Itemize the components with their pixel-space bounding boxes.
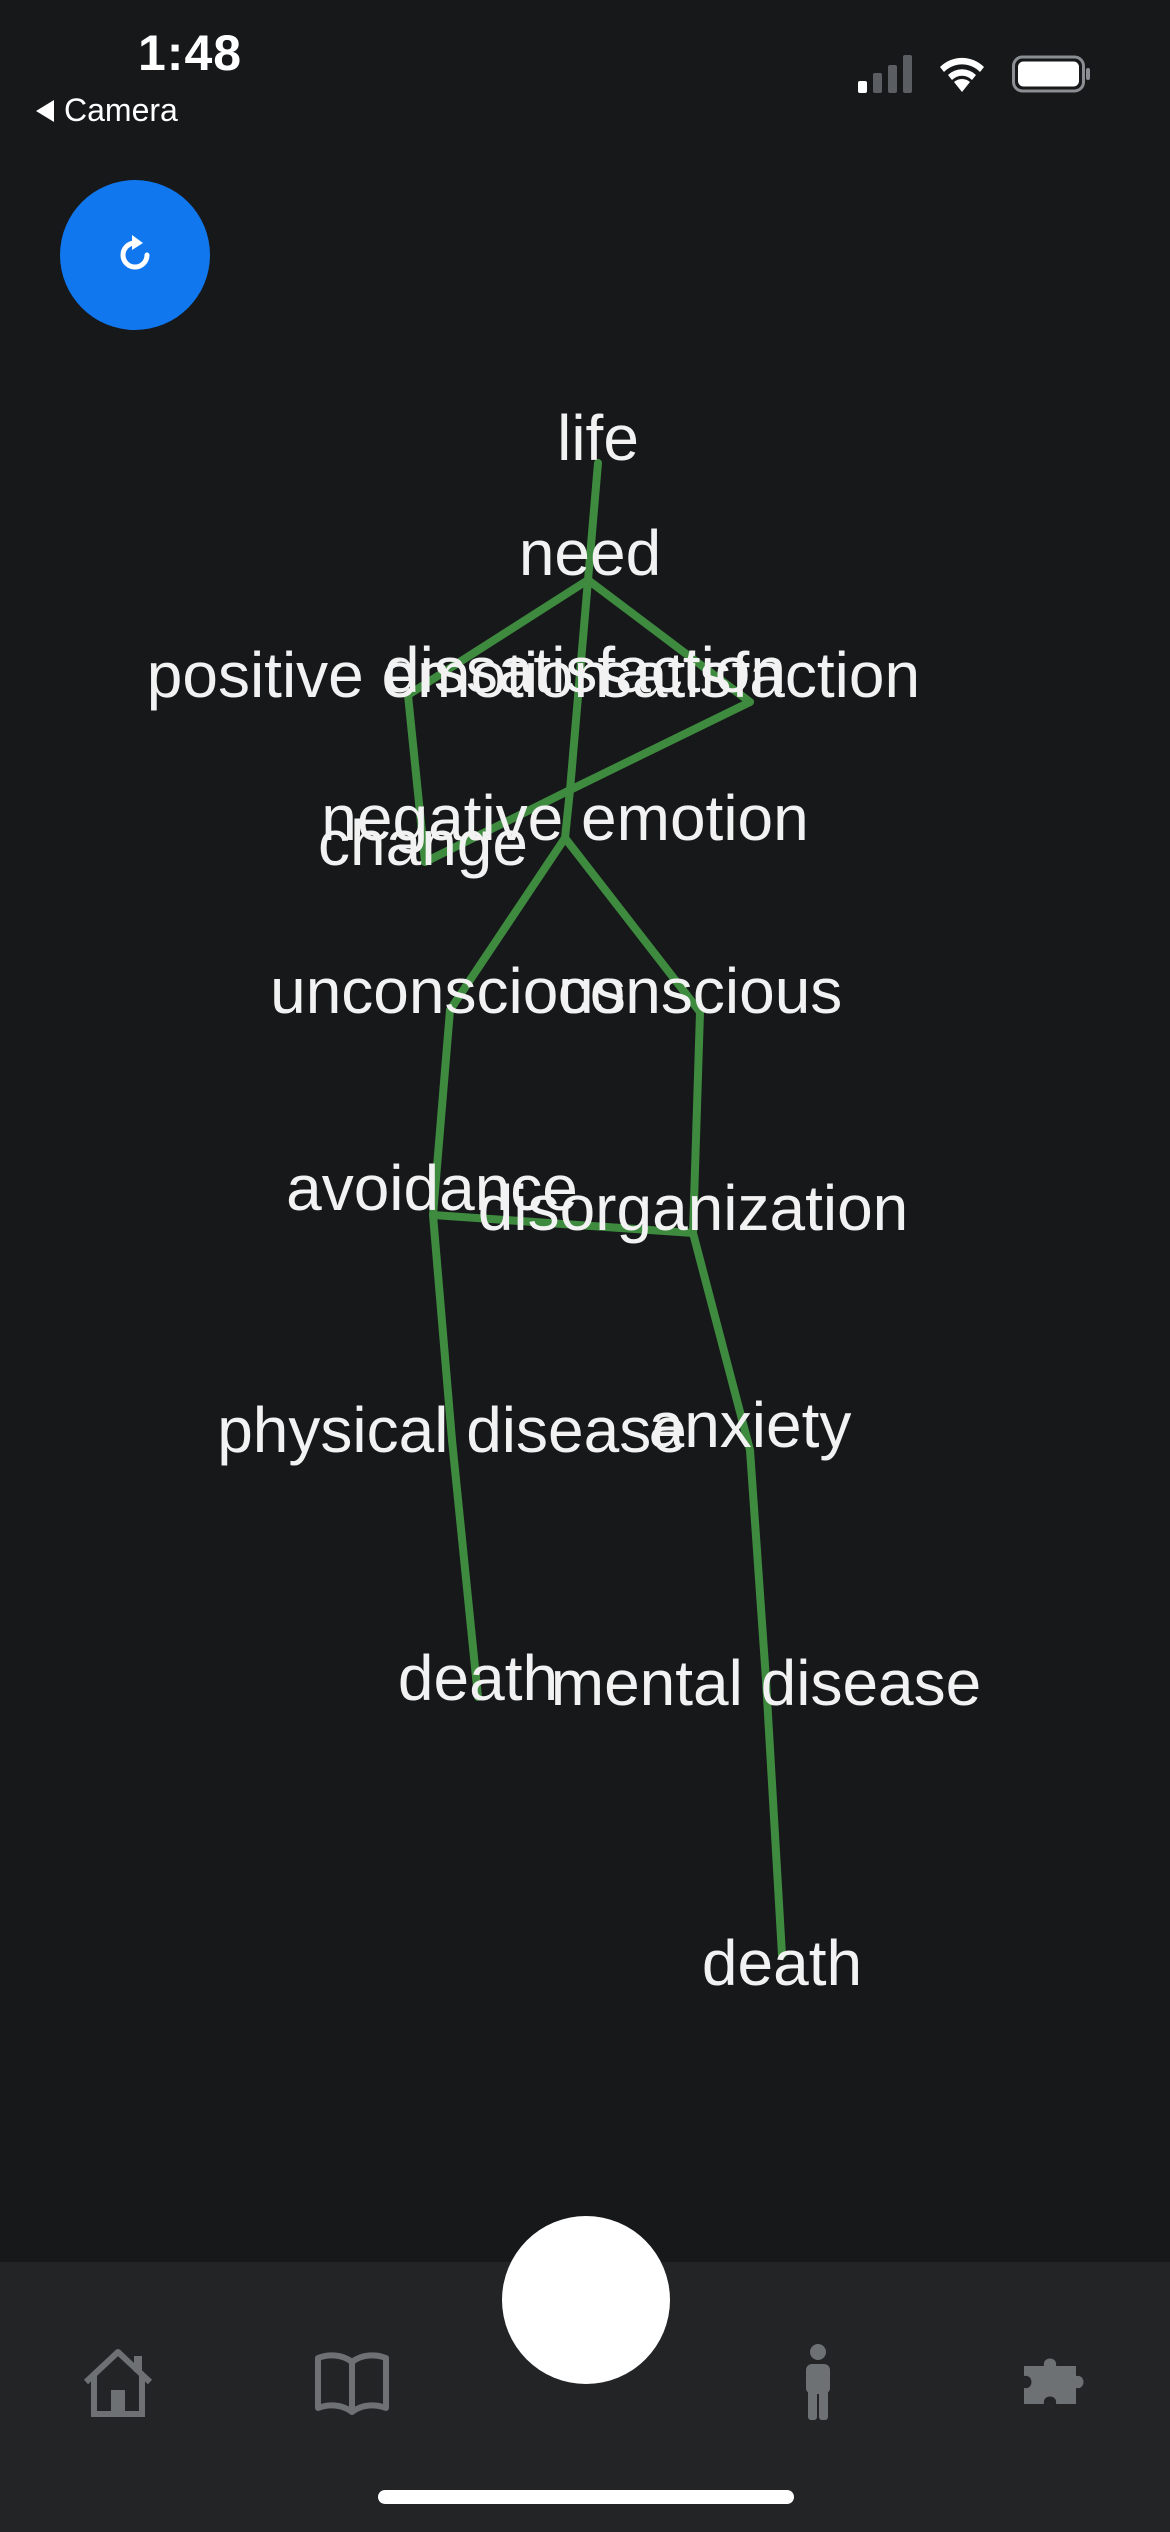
home-icon	[83, 2349, 153, 2417]
word-mental-disease: mental disease	[551, 1647, 981, 1719]
bone-mental-disease-death	[762, 1676, 786, 1959]
bone-anxiety-mental-disease	[746, 1446, 770, 1684]
word-satisfaction: satisfaction	[600, 639, 920, 711]
tab-puzzle[interactable]	[994, 2322, 1114, 2442]
puzzle-icon	[1024, 2358, 1084, 2404]
home-indicator	[378, 2490, 794, 2504]
book-icon	[315, 2352, 389, 2415]
camera-shutter-button[interactable]	[502, 2216, 670, 2384]
bone-satisfaction-negative-emotion	[566, 698, 754, 794]
word-physical-disease: physical disease	[217, 1394, 687, 1466]
tab-book[interactable]	[292, 2322, 412, 2442]
word-change: change	[318, 807, 528, 879]
word-death-right: death	[702, 1927, 862, 1999]
word-conscious: conscious	[558, 955, 843, 1027]
skeleton-words: life need positive emotion dissatisfacti…	[147, 402, 981, 1999]
word-death-left: death	[398, 1642, 558, 1714]
word-disorganization: disorganization	[478, 1172, 909, 1244]
word-skeleton: life need positive emotion dissatisfacti…	[147, 402, 981, 1999]
word-anxiety: anxiety	[649, 1389, 852, 1461]
tab-person[interactable]	[758, 2322, 878, 2442]
word-life: life	[557, 402, 639, 474]
word-need: need	[519, 517, 661, 589]
tab-home[interactable]	[58, 2322, 178, 2442]
person-icon	[806, 2344, 830, 2420]
